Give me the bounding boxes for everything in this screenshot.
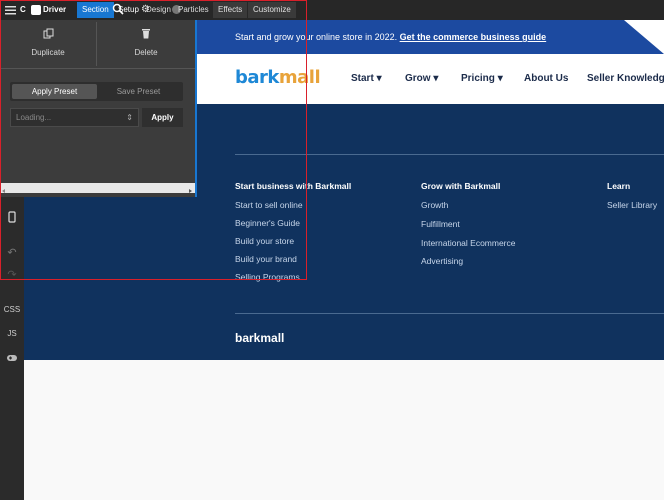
footer-divider xyxy=(235,154,664,155)
tab-customize[interactable]: Customize xyxy=(248,2,296,18)
chevron-down-icon: ▾ xyxy=(497,73,503,84)
app-logo-icon xyxy=(31,5,41,15)
nav-seller-knowledge[interactable]: Seller Knowledge xyxy=(587,73,664,84)
gamepad-icon[interactable] xyxy=(0,353,24,365)
nav-about[interactable]: About Us xyxy=(524,73,568,84)
nav-start[interactable]: Start ▾ xyxy=(351,73,382,84)
trash-icon xyxy=(97,28,195,42)
footer-link[interactable]: Advertising xyxy=(421,256,463,266)
delete-button[interactable]: Delete xyxy=(97,20,195,68)
tab-section[interactable]: Section xyxy=(77,2,114,18)
banner-message: Start and grow your online store in 2022… xyxy=(235,32,398,42)
nav-pricing-label: Pricing xyxy=(461,73,495,84)
footer-link[interactable]: Seller Library xyxy=(607,200,657,210)
promo-banner: Start and grow your online store in 2022… xyxy=(197,20,664,54)
section-panel: Duplicate Delete Apply Preset Save Prese… xyxy=(0,20,197,197)
tab-particles[interactable]: Particles xyxy=(178,2,209,18)
horizontal-scrollbar[interactable] xyxy=(0,183,195,193)
footer-link[interactable]: Build your store xyxy=(235,236,294,246)
footer-logo[interactable]: barkmall xyxy=(235,331,284,345)
apply-preset-tab[interactable]: Apply Preset xyxy=(12,84,97,99)
banner-text: Start and grow your online store in 2022… xyxy=(235,32,546,42)
editor-toolbar: C Driver Section Setup ⚙ Design Particle… xyxy=(0,0,664,20)
preset-select[interactable]: Loading... ⇕ xyxy=(10,108,139,127)
banner-corner xyxy=(624,20,664,54)
duplicate-button[interactable]: Duplicate xyxy=(0,20,96,68)
tab-effects[interactable]: Effects xyxy=(213,2,248,18)
footer-col1-title: Start business with Barkmall xyxy=(235,181,352,191)
nav-grow-label: Grow xyxy=(405,73,431,84)
tab-setup[interactable]: Setup xyxy=(118,2,139,18)
logo-prefix: bark xyxy=(235,67,279,88)
undo-icon[interactable]: ↶ xyxy=(0,246,24,259)
delete-label: Delete xyxy=(134,48,158,57)
footer-divider xyxy=(235,313,664,314)
nav-pricing[interactable]: Pricing ▾ xyxy=(461,73,503,84)
chevron-down-icon: ▾ xyxy=(376,73,382,84)
footer-col3-title: Learn xyxy=(607,181,631,191)
duplicate-label: Duplicate xyxy=(31,48,65,57)
js-button[interactable]: JS xyxy=(0,329,24,338)
redo-icon[interactable]: ↷ xyxy=(0,268,24,281)
tab-design[interactable]: Design xyxy=(146,2,171,18)
duplicate-icon xyxy=(0,28,96,42)
nav-start-label: Start xyxy=(351,73,374,84)
divider xyxy=(0,68,195,69)
preset-select-value: Loading... xyxy=(16,113,52,122)
chevron-down-icon: ▾ xyxy=(433,73,439,84)
preset-toggle: Apply Preset Save Preset xyxy=(10,82,183,101)
app-name[interactable]: Driver xyxy=(43,2,66,18)
site-logo[interactable]: barkmall xyxy=(235,67,321,88)
footer-link[interactable]: Fulfillment xyxy=(421,219,460,229)
css-button[interactable]: CSS xyxy=(0,305,24,314)
footer-link[interactable]: Selling Programs xyxy=(235,272,300,282)
footer-link[interactable]: International Ecommerce xyxy=(421,238,516,248)
apply-button[interactable]: Apply xyxy=(142,108,183,127)
footer-col2-title: Grow with Barkmall xyxy=(421,181,501,191)
footer-link[interactable]: Build your brand xyxy=(235,254,297,264)
hamburger-icon[interactable] xyxy=(5,4,16,16)
banner-link[interactable]: Get the commerce business guide xyxy=(400,32,547,42)
footer-link[interactable]: Start to sell online xyxy=(235,200,303,210)
nav-grow[interactable]: Grow ▾ xyxy=(405,73,438,84)
mobile-icon[interactable] xyxy=(0,211,24,225)
updown-icon: ⇕ xyxy=(126,113,133,122)
footer-link[interactable]: Growth xyxy=(421,200,448,210)
footer-link[interactable]: Beginner's Guide xyxy=(235,218,300,228)
site-header: barkmall Start ▾ Grow ▾ Pricing ▾ About … xyxy=(197,54,664,104)
logo-suffix: mall xyxy=(278,67,321,88)
app-prefix: C xyxy=(20,5,26,14)
save-preset-tab[interactable]: Save Preset xyxy=(96,84,181,99)
